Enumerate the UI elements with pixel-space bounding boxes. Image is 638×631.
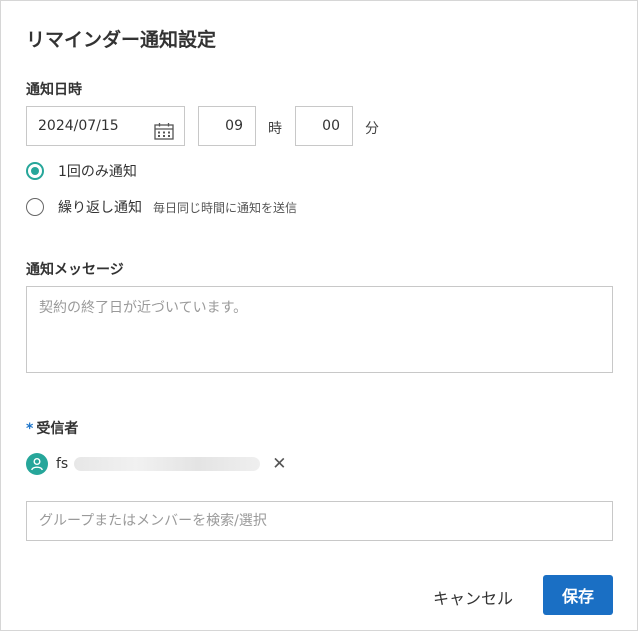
close-icon[interactable]: ✕: [272, 455, 286, 473]
user-icon: [26, 453, 48, 475]
recipient-search-input[interactable]: グループまたはメンバーを検索/選択: [26, 501, 613, 541]
radio-once-label: 1回のみ通知: [58, 164, 137, 180]
date-input[interactable]: 2024/07/15: [26, 106, 185, 146]
required-mark: *: [26, 421, 34, 437]
save-button[interactable]: 保存: [543, 575, 613, 615]
recipients-label-text: 受信者: [36, 421, 79, 437]
dialog-title: リマインダー通知設定: [26, 29, 217, 51]
hour-unit-label: 時: [268, 121, 282, 137]
recipient-email-blurred: [74, 457, 261, 471]
datetime-label: 通知日時: [26, 82, 82, 98]
radio-repeat-option[interactable]: 繰り返し通知 毎日同じ時間に通知を送信: [26, 197, 297, 217]
calendar-icon[interactable]: [154, 117, 174, 140]
cancel-button[interactable]: キャンセル: [419, 581, 527, 613]
message-textarea[interactable]: 契約の終了日が近づいています。: [26, 286, 613, 373]
recipient-chip: fs ✕: [26, 453, 286, 475]
recipient-name: fs: [56, 456, 69, 472]
minute-input[interactable]: 00: [295, 106, 353, 146]
radio-repeat[interactable]: [26, 198, 44, 216]
recipients-label: * 受信者: [26, 418, 78, 438]
radio-repeat-label: 繰り返し通知: [58, 200, 142, 216]
date-value: 2024/07/15: [38, 118, 119, 134]
minute-unit-label: 分: [365, 121, 379, 137]
radio-once[interactable]: [26, 162, 44, 180]
radio-once-option[interactable]: 1回のみ通知: [26, 161, 137, 181]
reminder-settings-dialog: リマインダー通知設定 通知日時 2024/07/15 09 時 00 分 1回の…: [0, 0, 638, 631]
hour-input[interactable]: 09: [198, 106, 256, 146]
radio-repeat-hint: 毎日同じ時間に通知を送信: [153, 200, 298, 215]
message-label: 通知メッセージ: [26, 262, 124, 278]
